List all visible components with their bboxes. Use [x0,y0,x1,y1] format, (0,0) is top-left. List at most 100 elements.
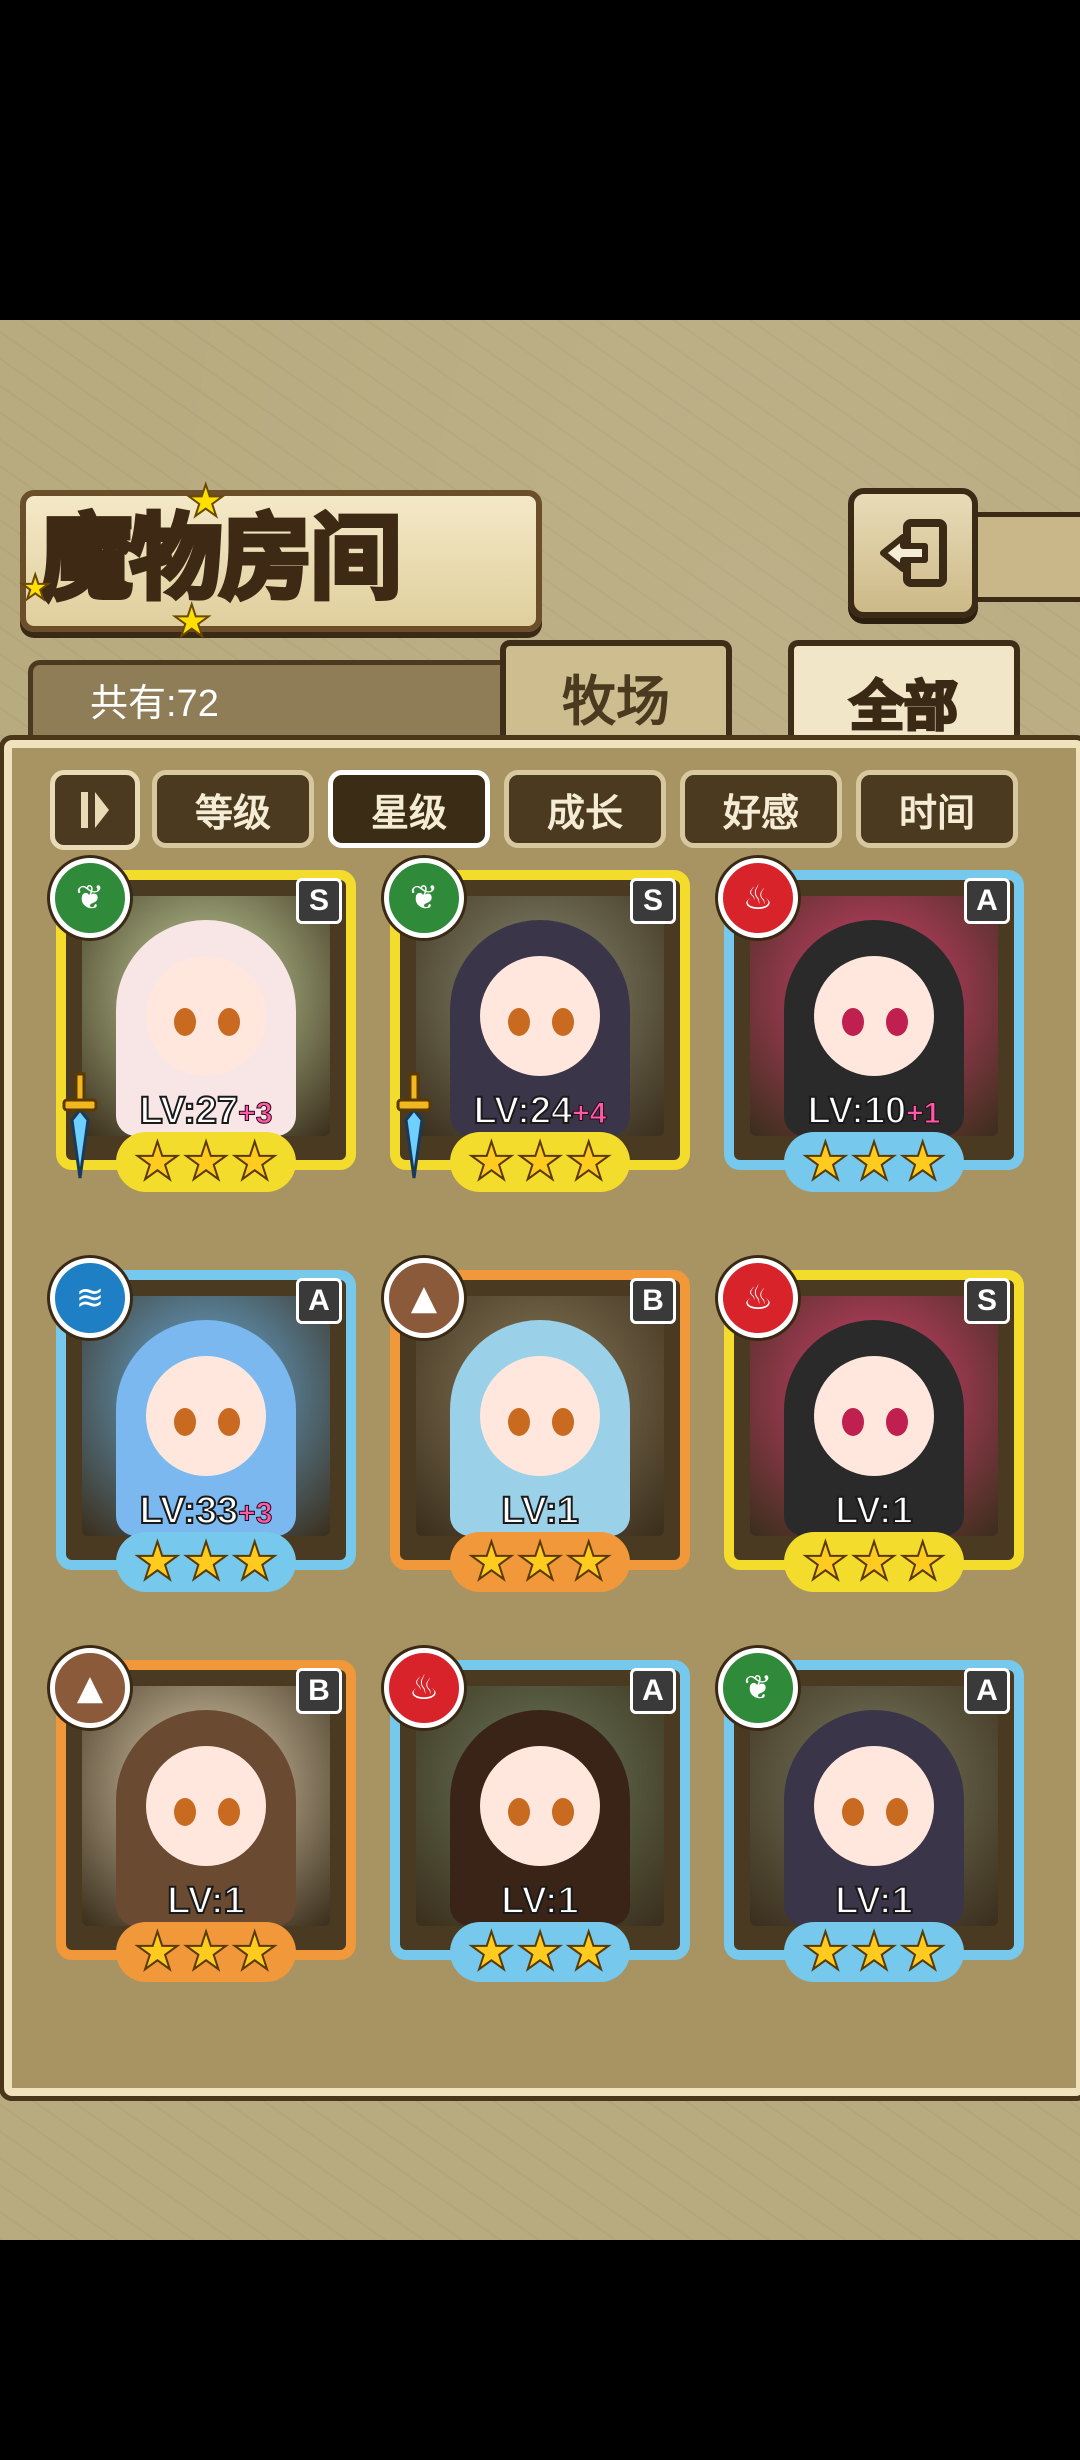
fire-element-icon: ♨ [718,858,798,938]
star-icon: ★ [133,1922,182,1982]
monster-count: 共有:72 [90,683,219,725]
star-icon: ★ [182,1922,231,1982]
grade-badge: B [630,1278,676,1324]
portrait-eye [886,1008,908,1036]
portrait-eye [218,1798,240,1826]
monster-level: LV:1 [56,1879,356,1923]
monster-card[interactable]: ❦ S LV:27+3 ★ ★ ★ [50,858,356,1192]
monster-card[interactable]: ≋ A LV:33+3 ★ ★ ★ [50,1258,356,1592]
portrait-eye [218,1408,240,1436]
earth-element-icon: ▲ [384,1258,464,1338]
portrait-eye [552,1408,574,1436]
star-icon: ★ [801,1922,850,1982]
level-text: LV:24 [473,1089,574,1133]
sort-by-level-button[interactable]: 等级 [152,770,314,848]
grade-badge: A [630,1668,676,1714]
leaf-element-icon: ❦ [718,1648,798,1728]
level-text: LV:1 [834,1879,913,1923]
grade-badge: A [964,878,1010,924]
level-bonus: +3 [238,1097,273,1131]
portrait-eye [842,1408,864,1436]
star-icon: ★ [564,1532,613,1592]
portrait-face [480,956,600,1076]
star-icon: ★ [516,1132,565,1192]
star-icon: ★ [230,1532,279,1592]
star-icon: ★ [898,1132,947,1192]
star-icon: ★ [801,1132,850,1192]
monster-level: LV:33+3 [56,1489,356,1533]
fire-element-icon: ♨ [384,1648,464,1728]
level-bonus: +4 [572,1097,607,1131]
star-icon: ★ [850,1532,899,1592]
star-icon: ★ [230,1922,279,1982]
tab-all[interactable]: 全部 [788,640,1020,756]
star-icon: ★ [133,1132,182,1192]
star-icon: ★ [898,1532,947,1592]
monster-card[interactable]: ❦ A LV:1 ★ ★ ★ [718,1648,1024,1982]
grade-badge: S [630,878,676,924]
monster-card[interactable]: ▲ B LV:1 ★ ★ ★ [50,1648,356,1982]
star-icon: ★ [467,1132,516,1192]
portrait-eye [886,1798,908,1826]
level-bonus: +3 [238,1497,273,1531]
monster-level: LV:1 [390,1879,690,1923]
portrait-eye [508,1798,530,1826]
portrait-eye [218,1008,240,1036]
monster-card[interactable]: ❦ S LV:24+4 ★ ★ ★ [384,858,690,1192]
tab-ranch[interactable]: 牧场 [500,640,732,746]
star-rating: ★ ★ ★ [784,1532,964,1592]
monster-level: LV:1 [724,1489,1024,1533]
level-text: LV:1 [834,1489,913,1533]
back-arrow-icon [880,519,947,587]
sort-by-star-button[interactable]: 星级 [328,770,490,848]
monster-card[interactable]: ♨ A LV:10+1 ★ ★ ★ [718,858,1024,1192]
portrait-face [480,1356,600,1476]
sort-order-button[interactable] [50,770,140,850]
leaf-element-icon: ❦ [50,858,130,938]
water-element-icon: ≋ [50,1258,130,1338]
portrait-face [146,956,266,1076]
portrait-face [814,1356,934,1476]
portrait-eye [552,1798,574,1826]
portrait-eye [886,1408,908,1436]
star-icon: ★ [182,1132,231,1192]
sort-by-growth-button[interactable]: 成长 [504,770,666,848]
portrait-face [146,1746,266,1866]
star-rating: ★ ★ ★ [450,1532,630,1592]
portrait-eye [174,1408,196,1436]
star-icon: ★ [182,1532,231,1592]
star-icon: ★ [898,1922,947,1982]
portrait-face [814,1746,934,1866]
back-button[interactable] [848,488,978,618]
portrait-eye [174,1798,196,1826]
portrait-face [480,1746,600,1866]
sort-by-affection-button[interactable]: 好感 [680,770,842,848]
star-decoration-icon: ★ [185,475,226,528]
monster-level: LV:10+1 [724,1089,1024,1133]
level-text: LV:10 [807,1089,908,1133]
grade-badge: S [964,1278,1010,1324]
star-rating: ★ ★ ★ [116,1132,296,1192]
monster-level: LV:27+3 [56,1089,356,1133]
level-text: LV:33 [139,1489,240,1533]
star-icon: ★ [801,1532,850,1592]
star-rating: ★ ★ ★ [784,1132,964,1192]
sort-by-time-button[interactable]: 时间 [856,770,1018,848]
star-icon: ★ [230,1132,279,1192]
star-icon: ★ [516,1532,565,1592]
monster-level: LV:1 [724,1879,1024,1923]
star-rating: ★ ★ ★ [450,1132,630,1192]
star-icon: ★ [467,1532,516,1592]
star-rating: ★ ★ ★ [784,1922,964,1982]
monster-card[interactable]: ♨ A LV:1 ★ ★ ★ [384,1648,690,1982]
star-decoration-icon: ★ [171,595,212,648]
sort-order-icon [81,792,109,828]
monster-card[interactable]: ♨ S LV:1 ★ ★ ★ [718,1258,1024,1592]
star-icon: ★ [467,1922,516,1982]
monster-level: LV:24+4 [390,1089,690,1133]
star-icon: ★ [564,1922,613,1982]
monster-card[interactable]: ▲ B LV:1 ★ ★ ★ [384,1258,690,1592]
star-rating: ★ ★ ★ [116,1532,296,1592]
portrait-eye [552,1008,574,1036]
earth-element-icon: ▲ [50,1648,130,1728]
